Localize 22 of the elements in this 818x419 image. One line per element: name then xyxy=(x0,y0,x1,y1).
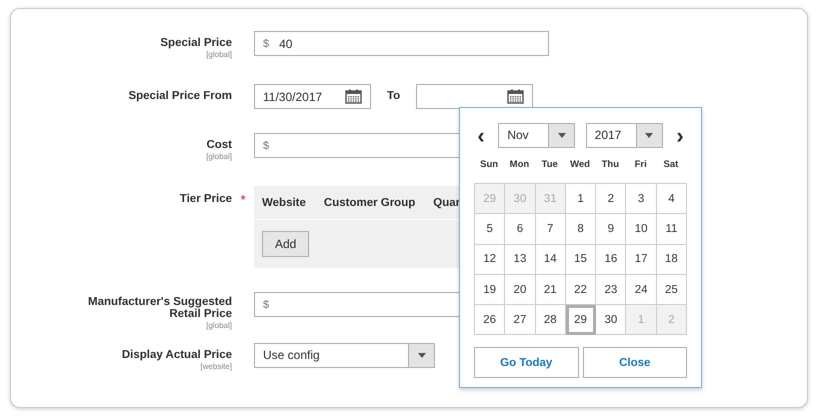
scope-label: [website] xyxy=(200,361,232,372)
scope-label: [global] xyxy=(206,151,232,162)
weekday-label: Sat xyxy=(662,159,680,172)
weekday-label: Fri xyxy=(634,159,648,172)
weekday-label: Thu xyxy=(600,159,620,172)
weekday-label: Sun xyxy=(479,159,500,172)
weekday-label: Mon xyxy=(508,159,530,172)
field-label: Tier Price xyxy=(180,193,232,205)
field-label: Manufacturer's Suggested Retail Price xyxy=(87,296,232,320)
field-label: To xyxy=(387,89,400,104)
weekday-label: Wed xyxy=(569,159,591,172)
field-label: Cost xyxy=(206,139,232,151)
column-header: Customer Group xyxy=(324,196,416,208)
field-label: Special Price xyxy=(160,37,232,49)
scope-label: [global] xyxy=(206,320,232,331)
scope-label: [global] xyxy=(206,49,232,60)
field-label: Display Actual Price xyxy=(122,349,232,361)
column-header: Quar xyxy=(433,196,460,208)
required-mark: * xyxy=(239,191,247,206)
field-label: Special Price From xyxy=(128,90,232,102)
column-header: Website xyxy=(262,196,306,208)
weekday-label: Tue xyxy=(540,159,559,172)
